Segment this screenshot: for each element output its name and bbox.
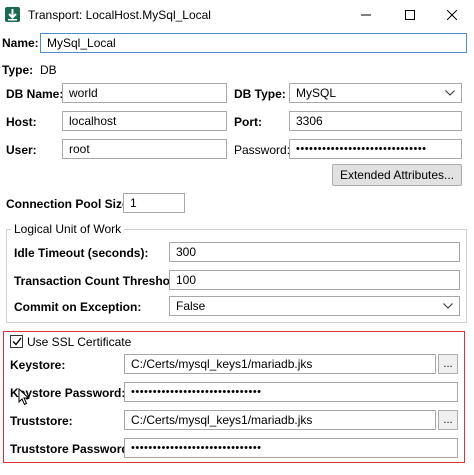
truststore-password-input[interactable]: •••••••••••••••••••••••••••••• — [124, 438, 458, 458]
commit-on-exception-select[interactable]: False — [169, 296, 460, 316]
commit-on-exception-value: False — [176, 299, 206, 313]
db-name-input[interactable]: world — [62, 83, 227, 103]
db-type-label: DB Type: — [234, 87, 286, 101]
minimize-icon — [361, 14, 371, 16]
db-name-label: DB Name: — [6, 87, 64, 101]
maximize-button[interactable] — [390, 2, 430, 28]
port-input[interactable]: 3306 — [289, 111, 462, 131]
password-label: Password: — [234, 143, 291, 157]
truststore-input[interactable]: C:/Certs/mysql_keys1/mariadb.jks — [124, 410, 436, 430]
password-input[interactable]: •••••••••••••••••••••••••••••• — [289, 139, 462, 159]
transaction-threshold-label: Transaction Count Threshold: — [14, 274, 185, 288]
close-button[interactable] — [432, 2, 472, 28]
logical-unit-of-work-legend: Logical Unit of Work — [11, 222, 125, 236]
checkmark-icon — [12, 337, 22, 346]
user-input[interactable]: root — [62, 139, 227, 159]
name-label: Name: — [2, 36, 39, 50]
use-ssl-checkbox[interactable] — [10, 335, 23, 348]
idle-timeout-input[interactable]: 300 — [169, 242, 460, 262]
window-title: Transport: LocalHost.MySql_Local — [28, 8, 211, 22]
pool-size-label: Connection Pool Size: — [6, 197, 133, 211]
keystore-browse-button[interactable]: ... — [438, 354, 458, 374]
truststore-password-label: Truststore Password: — [10, 442, 133, 456]
keystore-label: Keystore: — [10, 358, 66, 372]
type-value: DB — [40, 63, 57, 77]
keystore-password-input[interactable]: •••••••••••••••••••••••••••••• — [124, 382, 458, 402]
db-type-value: MySQL — [296, 86, 337, 100]
idle-timeout-label: Idle Timeout (seconds): — [14, 246, 149, 260]
name-input[interactable]: MySql_Local — [40, 33, 467, 53]
host-label: Host: — [6, 115, 37, 129]
port-label: Port: — [234, 115, 262, 129]
keystore-input[interactable]: C:/Certs/mysql_keys1/mariadb.jks — [124, 354, 436, 374]
transaction-threshold-input[interactable]: 100 — [169, 270, 460, 290]
close-icon — [447, 10, 457, 20]
chevron-down-icon — [445, 88, 455, 98]
chevron-down-icon — [443, 301, 453, 311]
commit-on-exception-label: Commit on Exception: — [14, 300, 142, 314]
maximize-icon — [405, 10, 415, 20]
title-bar: Transport: LocalHost.MySql_Local — [0, 0, 474, 31]
extended-attributes-button[interactable]: Extended Attributes... — [332, 164, 462, 186]
minimize-button[interactable] — [346, 2, 386, 28]
user-label: User: — [6, 143, 37, 157]
keystore-password-label: Keystore Password: — [10, 386, 126, 400]
host-input[interactable]: localhost — [62, 111, 227, 131]
db-type-select[interactable]: MySQL — [289, 83, 462, 103]
truststore-browse-button[interactable]: ... — [438, 410, 458, 430]
type-label: Type: — [2, 63, 34, 77]
pool-size-input[interactable]: 1 — [123, 193, 185, 213]
download-arrow-icon — [5, 7, 20, 22]
truststore-label: Truststore: — [10, 414, 73, 428]
use-ssl-label: Use SSL Certificate — [27, 335, 132, 349]
